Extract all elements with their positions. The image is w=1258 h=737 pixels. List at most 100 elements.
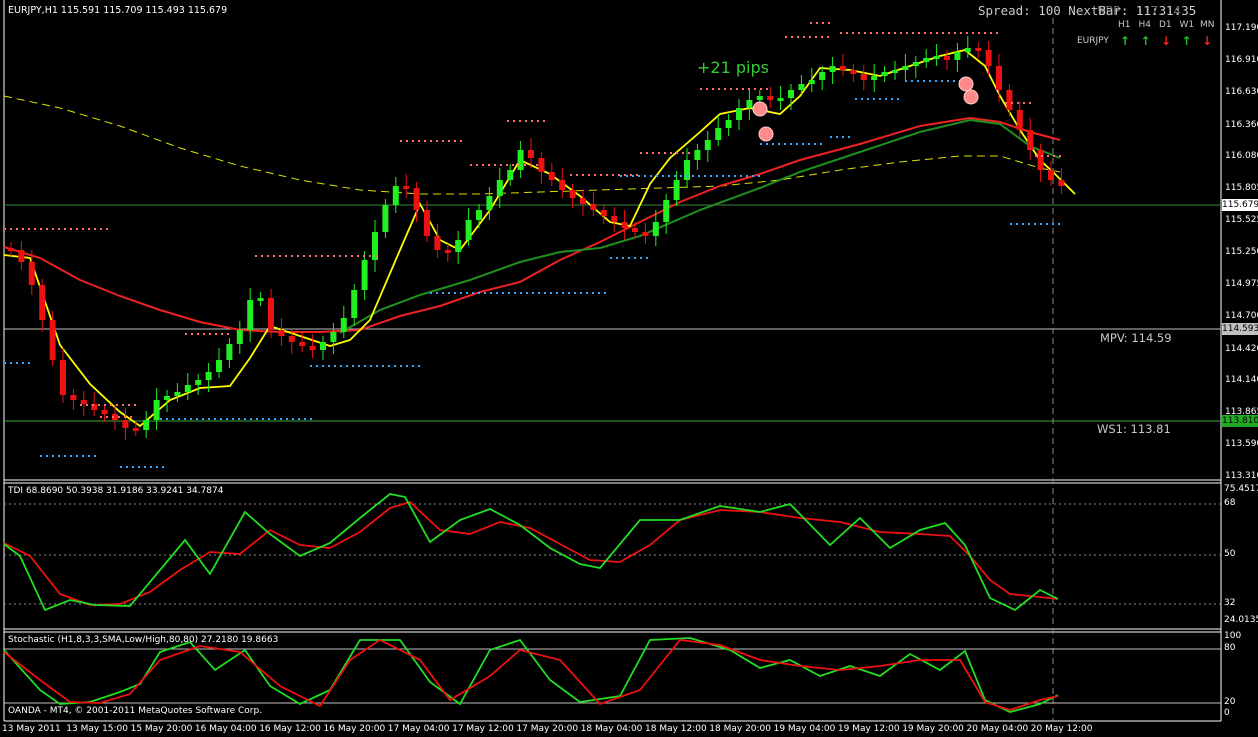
bullish-candle [226,344,233,360]
resistance-dot [209,333,211,335]
bearish-candle [611,216,618,222]
support-dot [1040,223,1042,225]
resistance-dot [1017,102,1019,104]
support-dot [46,455,48,457]
bullish-candle [715,128,722,140]
resistance-dot [482,164,484,166]
support-dot [1058,223,1060,225]
resistance-dot [724,88,726,90]
chart-canvas[interactable] [0,0,1258,737]
support-dot [162,466,164,468]
resistance-dot [894,32,896,34]
resistance-dot [52,228,54,230]
resistance-dot [106,416,108,418]
resistance-dot [34,228,36,230]
tdi-indicator [3,493,1059,612]
tdi-tick: 50 [1224,549,1236,559]
support-dot [692,175,694,177]
support-dot [814,143,816,145]
resistance-dot [333,255,335,257]
support-dot [562,292,564,294]
support-dot [855,98,857,100]
bearish-candle [1006,90,1013,110]
resistance-dot [966,32,968,34]
bearish-candle [850,70,857,74]
support-dot [358,365,360,367]
bearish-candle [569,190,576,198]
support-dot [286,418,288,420]
resistance-dot [612,174,614,176]
bullish-candle [663,200,670,222]
support-dot [364,365,366,367]
time-tick: 19 May 20:00 [902,724,964,734]
support-dot [478,292,480,294]
resistance-dot [700,88,702,90]
price-tick: 114.420 [1225,344,1258,354]
bullish-candle [486,196,493,210]
resistance-dot [924,32,926,34]
resistance-dot [537,120,539,122]
resistance-dot [185,333,187,335]
support-dot [514,292,516,294]
bearish-candle [600,210,607,216]
support-dot [634,257,636,259]
resistance-dot [990,32,992,34]
resistance-dot [816,22,818,24]
support-dot [298,418,300,420]
support-dot [322,365,324,367]
support-dot [580,292,582,294]
support-dot [196,418,198,420]
support-dot [650,175,652,177]
support-dot [796,143,798,145]
support-dot [784,143,786,145]
support-dot [88,455,90,457]
resistance-dot [582,174,584,176]
support-dot [10,362,12,364]
support-dot [790,143,792,145]
price-tick: 113.310 [1225,471,1258,481]
resistance-dot [494,164,496,166]
support-dot [1016,223,1018,225]
support-dot [150,466,152,468]
time-tick: 16 May 04:00 [194,724,257,734]
bullish-candle [164,396,170,400]
support-dot [94,455,96,457]
resistance-dot [636,174,638,176]
support-dot [58,455,60,457]
support-dot [412,365,414,367]
bullish-candle [892,70,898,73]
bullish-candle [236,330,243,344]
resistance-dot [821,36,823,38]
bearish-candle [975,48,982,51]
resistance-dot [16,228,18,230]
support-dot [22,362,24,364]
resistance-dot [98,404,100,406]
resistance-dot [400,140,402,142]
support-dot [626,175,628,177]
bullish-candle [143,420,150,430]
bearish-candle [70,395,77,400]
bearish-candle [767,96,774,100]
bullish-candle [808,80,815,84]
current-price-badge: 115.679 [1222,199,1258,211]
support-dot [76,455,78,457]
resistance-dot [291,255,293,257]
resistance-dot [261,255,263,257]
support-dot [929,80,931,82]
support-dot [885,98,887,100]
support-dot [292,418,294,420]
support-dot [598,292,600,294]
bearish-candle [288,336,295,342]
support-dot [370,365,372,367]
support-dot [304,418,306,420]
resistance-dot [930,32,932,34]
resistance-dot [58,228,60,230]
support-dot [268,418,270,420]
support-dot [1022,223,1024,225]
resistance-dot [960,32,962,34]
support-dot [376,365,378,367]
support-dot [214,418,216,420]
support-dot [911,80,913,82]
support-dot [644,175,646,177]
trend-up-arrow-icon: ↑ [1120,34,1131,48]
